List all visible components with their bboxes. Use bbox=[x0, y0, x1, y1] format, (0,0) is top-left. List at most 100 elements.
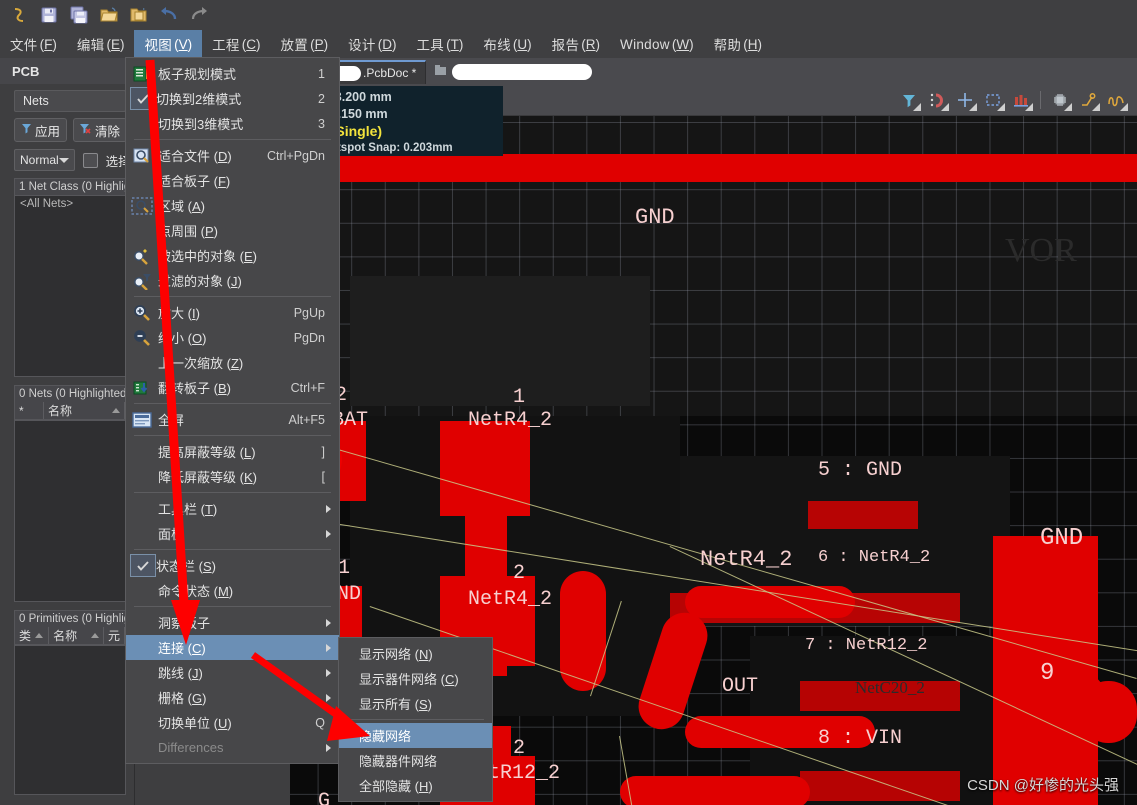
menu-icon-placeholder bbox=[126, 735, 158, 760]
menu-place[interactable]: 放置 (P) bbox=[270, 30, 338, 58]
copper-track-gnd-top[interactable] bbox=[290, 154, 1137, 182]
menu-accesskey: (R) bbox=[581, 36, 601, 52]
menu-label: 编辑 bbox=[76, 38, 105, 53]
menu-route[interactable]: 布线 (U) bbox=[473, 30, 541, 58]
prim-col-class[interactable]: 类 bbox=[15, 627, 50, 644]
undo-icon[interactable] bbox=[156, 3, 182, 27]
list-item[interactable]: <All Nets> bbox=[15, 196, 125, 212]
primitives-list[interactable] bbox=[14, 645, 126, 795]
primitives-column-header[interactable]: 类 名称 元 bbox=[14, 627, 126, 645]
menu-item-板子规划模式[interactable]: 板子规划模式 1 bbox=[126, 61, 339, 86]
magnet-icon[interactable] bbox=[924, 88, 950, 112]
save-all-icon[interactable] bbox=[66, 3, 92, 27]
open-project-icon[interactable] bbox=[126, 3, 152, 27]
menu-item-连接[interactable]: 连接 (C) bbox=[126, 635, 339, 660]
menu-separator bbox=[134, 296, 331, 297]
menu-item-区域[interactable]: 区域 (A) bbox=[126, 193, 339, 218]
menu-item-过滤的对象[interactable]: 过滤的对象 (J) bbox=[126, 268, 339, 293]
menu-item-工具栏[interactable]: 工具栏 (T) bbox=[126, 496, 339, 521]
menu-design[interactable]: 设计 (D) bbox=[338, 30, 406, 58]
menu-item-label: 过滤的对象 (J) bbox=[158, 274, 242, 289]
nets-column-header[interactable]: * 名称 bbox=[14, 402, 126, 420]
selection-box-icon[interactable] bbox=[980, 88, 1006, 112]
menu-item-跳线[interactable]: 跳线 (J) bbox=[126, 660, 339, 685]
menu-item-缩小[interactable]: 缩小 (O) PgDn bbox=[126, 325, 339, 350]
submenu-item-显示所有[interactable]: 显示所有 (S) bbox=[339, 691, 492, 716]
menu-item-上一次缩放[interactable]: 上一次缩放 (Z) bbox=[126, 350, 339, 375]
clear-button-label: 清除 bbox=[95, 124, 121, 139]
route-icon[interactable] bbox=[1075, 88, 1101, 112]
prim-col-name[interactable]: 名称 bbox=[49, 627, 104, 644]
connection-submenu[interactable]: 显示网络 (N) 显示器件网络 (C) 显示所有 (S) 隐藏网络 隐藏器件网络 全部隐藏… bbox=[338, 637, 493, 802]
project-icon bbox=[434, 63, 448, 82]
menu-item-全屏[interactable]: 全屏 Alt+F5 bbox=[126, 407, 339, 432]
select-checkbox[interactable] bbox=[82, 152, 98, 168]
menu-item-label: 切换到2维模式 bbox=[156, 92, 242, 107]
menu-window[interactable]: Window (W) bbox=[610, 30, 704, 58]
menu-item-面板[interactable]: 面板 bbox=[126, 521, 339, 546]
menu-item-被选中的对象[interactable]: 被选中的对象 (E) bbox=[126, 243, 339, 268]
copper-track[interactable] bbox=[620, 776, 810, 805]
submenu-item-显示网络[interactable]: 显示网络 (N) bbox=[339, 641, 492, 666]
menu-item-适合文件[interactable]: 适合文件 (D) Ctrl+PgDn bbox=[126, 143, 339, 168]
filter-clear-icon bbox=[80, 123, 92, 137]
menu-project[interactable]: 工程 (C) bbox=[202, 30, 270, 58]
flip-board-icon bbox=[126, 375, 158, 400]
menu-item-shortcut: Ctrl+PgDn bbox=[266, 148, 325, 163]
submenu-item-隐藏网络[interactable]: 隐藏网络 bbox=[339, 723, 492, 748]
flex-route-icon[interactable] bbox=[1103, 88, 1129, 112]
component-icon[interactable] bbox=[1047, 88, 1073, 112]
silkscreen-label: GND bbox=[1040, 525, 1084, 552]
netclass-list[interactable]: <All Nets> bbox=[14, 195, 126, 377]
prim-col-component[interactable]: 元 bbox=[104, 627, 125, 644]
filter-icon[interactable] bbox=[896, 88, 922, 112]
net-label-copper[interactable] bbox=[808, 501, 918, 529]
save-icon[interactable] bbox=[36, 3, 62, 27]
document-tab-bar[interactable]: .PcbDoc * bbox=[290, 58, 1137, 84]
menu-item-放大[interactable]: 放大 (I) PgUp bbox=[126, 300, 339, 325]
menu-edit[interactable]: 编辑 (E) bbox=[67, 30, 135, 58]
menu-item-适合板子[interactable]: 适合板子 (F) bbox=[126, 168, 339, 193]
menu-icon-placeholder bbox=[126, 578, 158, 603]
menu-item-降低屏蔽等级[interactable]: 降低屏蔽等级 (K) [ bbox=[126, 464, 339, 489]
menu-item-切换到2维模式[interactable]: 切换到2维模式 2 bbox=[126, 86, 339, 111]
document-tab-second[interactable] bbox=[426, 60, 600, 84]
menu-item-翻转板子[interactable]: 翻转板子 (B) Ctrl+F bbox=[126, 375, 339, 400]
submenu-item-全部隐藏[interactable]: 全部隐藏 (H) bbox=[339, 773, 492, 798]
redo-icon[interactable] bbox=[186, 3, 212, 27]
menu-item-点周围[interactable]: 点周围 (P) bbox=[126, 218, 339, 243]
menu-icon-placeholder bbox=[126, 350, 158, 375]
apply-button[interactable]: 应用 bbox=[14, 118, 68, 142]
view-dropdown-menu[interactable]: 板子规划模式 1 切换到2维模式 2 切换到3维模式 3 适合文件 (D) Ctrl+PgDn… bbox=[125, 57, 340, 764]
menu-item-命令状态[interactable]: 命令状态 (M) bbox=[126, 578, 339, 603]
nets-col-name[interactable]: 名称 bbox=[44, 402, 125, 419]
menu-item-切换到3维模式[interactable]: 切换到3维模式 3 bbox=[126, 111, 339, 136]
crosshair-icon[interactable] bbox=[952, 88, 978, 112]
silkscreen-label: 9 bbox=[1040, 660, 1055, 687]
menu-view[interactable]: 视图 (V) bbox=[134, 30, 203, 58]
nets-select[interactable]: Nets bbox=[14, 90, 126, 112]
layer-stack-icon[interactable] bbox=[1008, 88, 1034, 112]
submenu-item-显示器件网络[interactable]: 显示器件网络 (C) bbox=[339, 666, 492, 691]
open-folder-icon[interactable] bbox=[96, 3, 122, 27]
menu-item-切换单位[interactable]: 切换单位 (U) Q bbox=[126, 710, 339, 735]
nets-list[interactable] bbox=[14, 420, 126, 602]
menu-item-洞察板子[interactable]: 洞察板子 bbox=[126, 610, 339, 635]
menu-item-状态栏[interactable]: 状态栏 (S) bbox=[126, 553, 339, 578]
menu-report[interactable]: 报告 (R) bbox=[542, 30, 610, 58]
submenu-item-label: 显示器件网络 (C) bbox=[359, 672, 459, 687]
nets-col-star[interactable]: * bbox=[15, 402, 44, 419]
altium-logo-icon[interactable] bbox=[6, 3, 32, 27]
menu-item-label: 栅格 (G) bbox=[158, 691, 207, 706]
menu-item-栅格[interactable]: 栅格 (G) bbox=[126, 685, 339, 710]
menu-file[interactable]: 文件 (F) bbox=[0, 30, 67, 58]
menu-accesskey: (T) bbox=[446, 36, 464, 52]
submenu-item-隐藏器件网络[interactable]: 隐藏器件网络 bbox=[339, 748, 492, 773]
menu-tools[interactable]: 工具 (T) bbox=[406, 30, 473, 58]
menu-item-提高屏蔽等级[interactable]: 提高屏蔽等级 (L)] bbox=[126, 439, 339, 464]
menu-help[interactable]: 帮助 (H) bbox=[704, 30, 772, 58]
component-body[interactable] bbox=[350, 276, 650, 406]
clear-button[interactable]: 清除 bbox=[73, 118, 128, 142]
net-label-copper[interactable] bbox=[800, 771, 960, 801]
highlight-mode-select[interactable]: Normal bbox=[14, 149, 75, 171]
